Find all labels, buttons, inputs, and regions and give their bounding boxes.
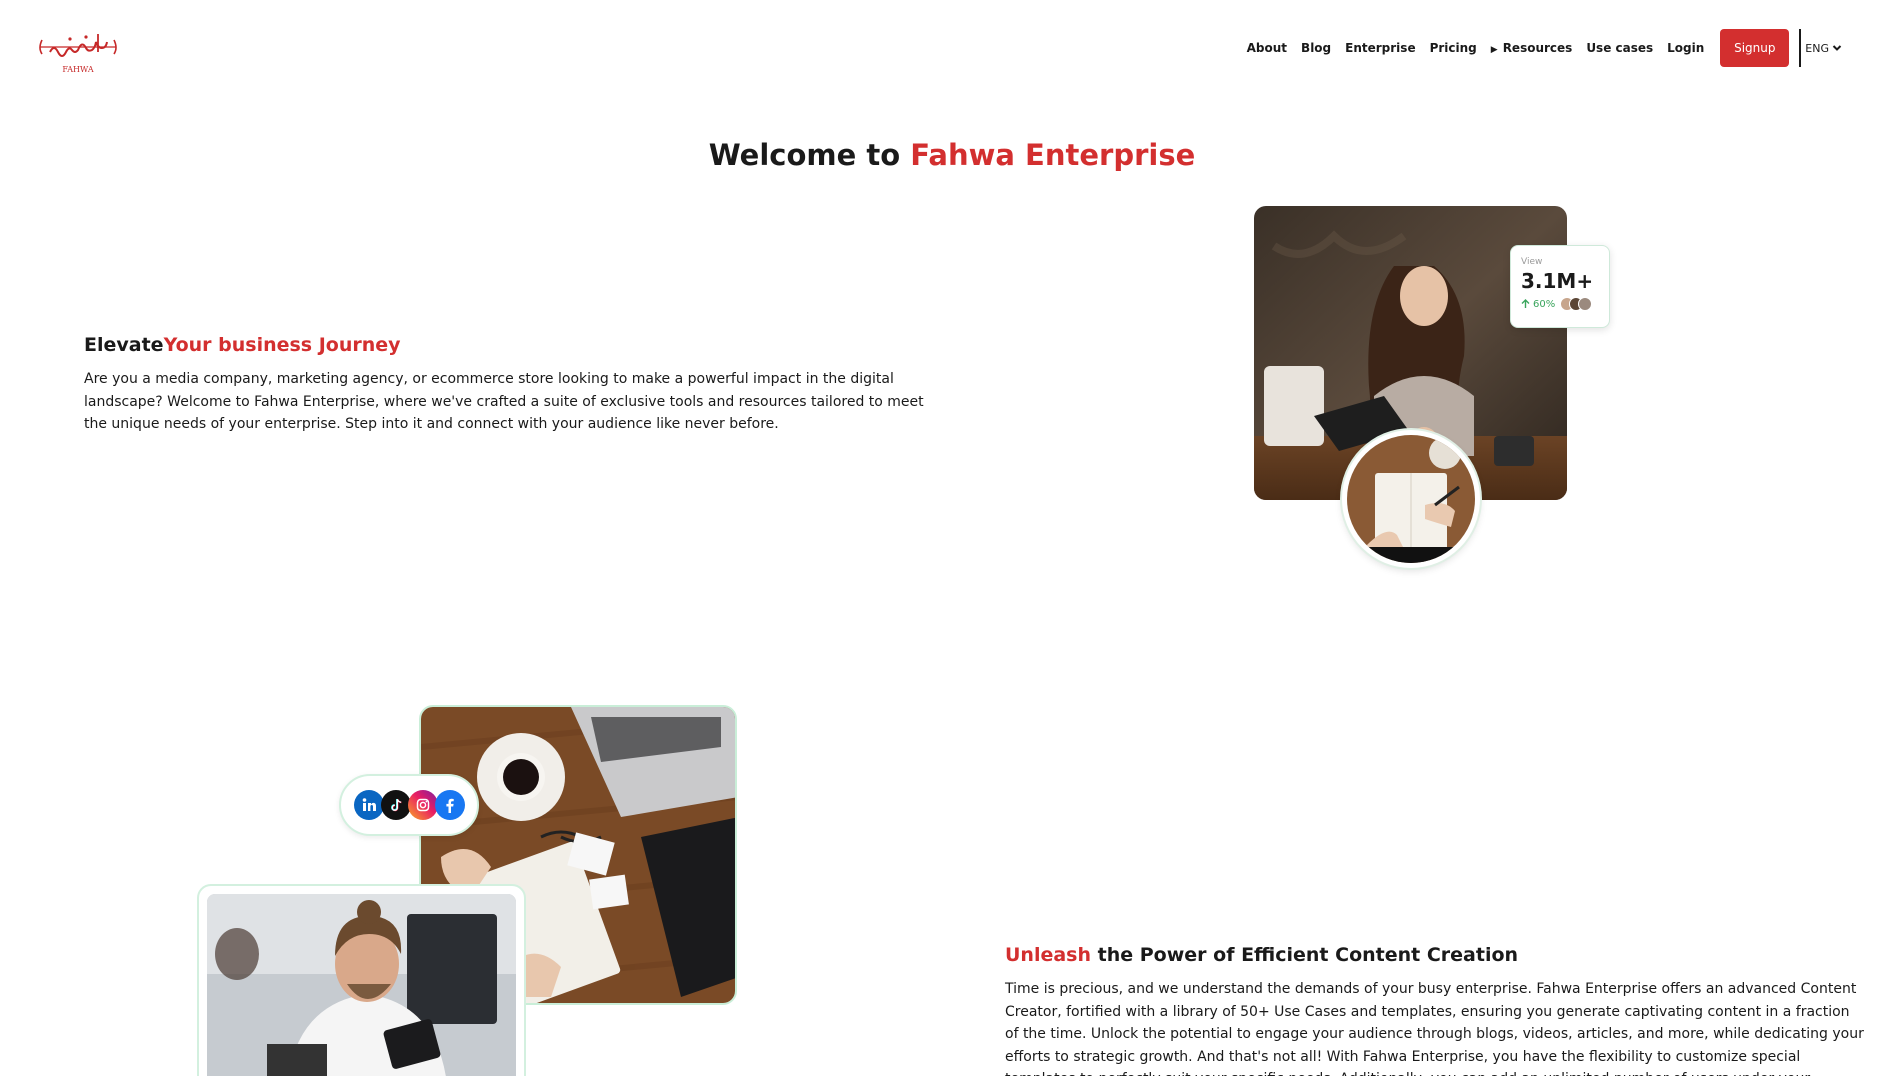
social-icons-badge xyxy=(339,774,479,836)
main-nav: About Blog Enterprise Pricing ▶ Resources… xyxy=(1247,28,1842,68)
welcome-brand: Fahwa Enterprise xyxy=(910,138,1196,172)
man-with-phone-photo xyxy=(197,884,526,1076)
facebook-icon xyxy=(434,790,465,820)
nav-pricing[interactable]: Pricing xyxy=(1430,41,1477,55)
viewer-avatars xyxy=(1560,297,1593,311)
tiktok-icon xyxy=(380,790,411,820)
language-selector[interactable]: ENG xyxy=(1799,29,1842,67)
stat-value: 3.1M+ xyxy=(1521,269,1594,293)
nav-about[interactable]: About xyxy=(1247,41,1287,55)
signup-button[interactable]: Signup xyxy=(1720,29,1790,67)
language-label: ENG xyxy=(1805,41,1829,55)
fahwa-logo[interactable]: FAHWA xyxy=(36,30,120,76)
views-stat-card: View 3.1M+ 60% xyxy=(1510,245,1610,328)
section1-title: ElevateYour business Journey xyxy=(84,334,401,356)
caret-right-icon: ▶ xyxy=(1490,45,1498,55)
section1-title-plain: Elevate xyxy=(84,334,164,356)
nav-resources[interactable]: ▶ Resources xyxy=(1491,41,1573,55)
logo-wordmark: FAHWA xyxy=(62,65,93,74)
section1-body: Are you a media company, marketing agenc… xyxy=(84,371,924,432)
stat-change-value: 60% xyxy=(1533,298,1556,310)
welcome-prefix: Welcome to xyxy=(708,138,911,172)
nav-login[interactable]: Login xyxy=(1667,41,1704,55)
nav-resources-label: Resources xyxy=(1502,41,1573,55)
nav-blog[interactable]: Blog xyxy=(1301,41,1331,55)
page: FAHWA About Blog Enterprise Pricing ▶ Res… xyxy=(0,0,1904,1076)
section1-title-accent: Your business Journey xyxy=(163,334,401,356)
section2-title: Unleash the Power of Efficient Content C… xyxy=(1005,944,1518,966)
section2-body: Time is precious, and we understand the … xyxy=(1005,981,1864,1076)
section2-title-plain: the Power of Efficient Content Creation xyxy=(1091,944,1519,966)
arrow-up-icon xyxy=(1521,299,1530,308)
stat-label: View xyxy=(1521,257,1543,267)
section2-title-accent: Unleash xyxy=(1005,944,1092,966)
linkedin-icon xyxy=(353,790,384,820)
avatar xyxy=(1578,297,1593,311)
stat-change: 60% xyxy=(1521,297,1609,311)
notebook-writing-photo xyxy=(1342,430,1480,568)
page-title: Welcome to Fahwa Enterprise xyxy=(0,138,1904,172)
instagram-icon xyxy=(407,790,438,820)
chevron-down-icon xyxy=(1832,45,1842,51)
nav-use-cases[interactable]: Use cases xyxy=(1586,41,1653,55)
nav-enterprise[interactable]: Enterprise xyxy=(1345,41,1415,55)
